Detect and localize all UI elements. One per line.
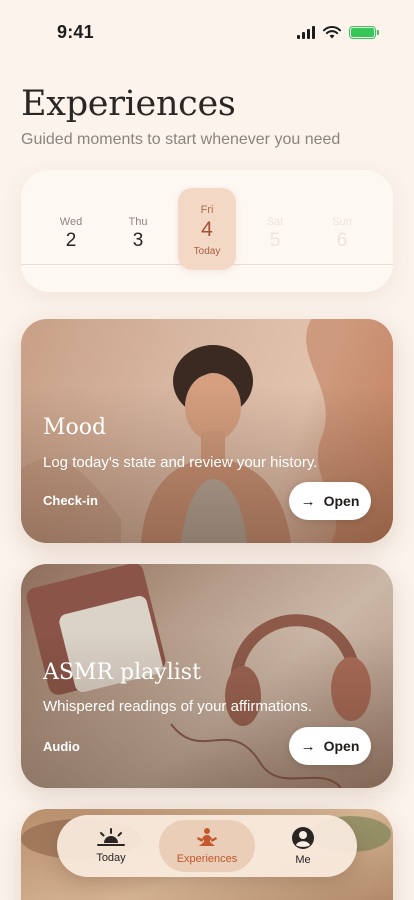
tab-label: Today bbox=[96, 852, 126, 864]
open-label: Open bbox=[323, 493, 360, 509]
page-title: Experiences bbox=[21, 84, 236, 124]
day-wed[interactable]: Wed 2 bbox=[42, 188, 100, 270]
day-thu[interactable]: Thu 3 bbox=[109, 188, 167, 270]
tab-today[interactable]: Today bbox=[63, 820, 159, 872]
mood-card[interactable]: Mood Log today's state and review your h… bbox=[21, 319, 393, 543]
day-name: Sun bbox=[332, 216, 352, 228]
asmr-card[interactable]: ASMR playlist Whispered readings of your… bbox=[21, 564, 393, 788]
arrow-right-icon: → bbox=[300, 737, 316, 755]
status-time: 9:41 bbox=[57, 22, 94, 42]
week-strip: Wed 2 Thu 3 Fri 4 Today Sat 5 Sun 6 bbox=[21, 170, 393, 292]
card-description: Log today's state and review your histor… bbox=[43, 454, 318, 471]
day-number: 6 bbox=[336, 230, 348, 251]
mood-open-button[interactable]: → Open bbox=[289, 482, 371, 520]
day-sun: Sun 6 bbox=[313, 188, 371, 270]
day-number: 4 bbox=[201, 218, 213, 241]
day-number: 3 bbox=[132, 230, 144, 251]
today-label: Today bbox=[193, 246, 221, 257]
tab-bar: Today Experiences Me bbox=[57, 815, 357, 877]
status-icons bbox=[297, 26, 379, 39]
tab-label: Experiences bbox=[176, 853, 238, 865]
day-name: Wed bbox=[59, 216, 83, 228]
day-number: 2 bbox=[65, 230, 77, 251]
day-name: Sat bbox=[266, 216, 284, 228]
card-tag: Audio bbox=[43, 739, 80, 754]
day-name: Fri bbox=[200, 204, 214, 216]
day-sat: Sat 5 bbox=[246, 188, 304, 270]
tab-experiences[interactable]: Experiences bbox=[159, 820, 255, 872]
meditation-icon bbox=[197, 828, 217, 846]
person-icon bbox=[292, 827, 314, 849]
card-tag: Check-in bbox=[43, 493, 98, 508]
asmr-open-button[interactable]: → Open bbox=[289, 727, 371, 765]
battery-icon bbox=[349, 26, 379, 39]
status-bar: 9:41 bbox=[0, 0, 414, 60]
day-fri-today[interactable]: Fri 4 Today bbox=[178, 188, 236, 270]
card-description: Whispered readings of your affirmations. bbox=[43, 698, 313, 715]
day-number: 5 bbox=[269, 230, 281, 251]
wifi-icon bbox=[323, 26, 341, 39]
card-title: Mood bbox=[43, 415, 107, 440]
cellular-signal-icon bbox=[297, 26, 315, 39]
sunrise-icon bbox=[97, 828, 125, 846]
tab-me[interactable]: Me bbox=[255, 820, 351, 872]
day-name: Thu bbox=[128, 216, 148, 228]
page-subtitle: Guided moments to start whenever you nee… bbox=[21, 131, 341, 148]
card-title: ASMR playlist bbox=[43, 660, 201, 685]
arrow-right-icon: → bbox=[300, 492, 316, 510]
open-label: Open bbox=[323, 738, 360, 754]
tab-label: Me bbox=[295, 854, 311, 866]
